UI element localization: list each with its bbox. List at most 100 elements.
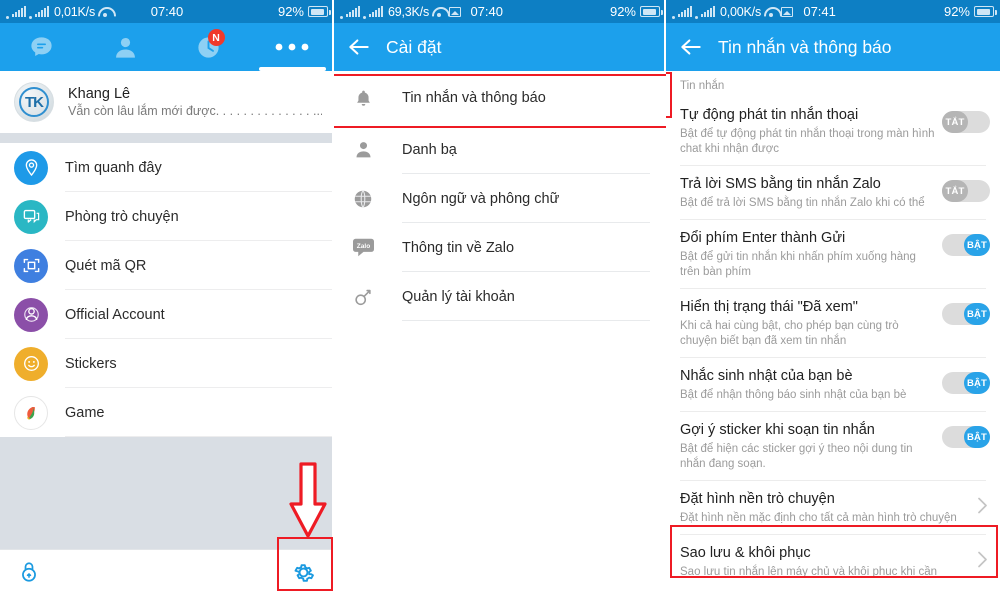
three-phone-screenshots: 0,01K/s 07:40 92% N TK Khang Lê Vẫn còn … bbox=[0, 0, 1000, 593]
toggle-knob: BẬT bbox=[964, 234, 990, 256]
setting-desc: Bật để hiện các sticker gợi ý theo nội d… bbox=[680, 443, 913, 470]
menu-item-label: Official Account bbox=[65, 306, 165, 323]
tab-contacts[interactable] bbox=[84, 23, 168, 71]
image-icon bbox=[449, 6, 461, 17]
setting-text: Trả lời SMS bằng tin nhắn Zalo Bật để tr… bbox=[680, 175, 942, 211]
back-arrow-icon[interactable] bbox=[346, 34, 372, 60]
setting-row-autoplay-voice[interactable]: Tự động phát tin nhắn thoại Bật để tự độ… bbox=[666, 97, 1000, 166]
setting-title: Nhắc sinh nhật của bạn bè bbox=[680, 368, 853, 384]
menu-item-game[interactable]: Game bbox=[0, 388, 334, 437]
notifications-app-bar: Tin nhắn và thông báo bbox=[666, 23, 1000, 71]
setting-desc: Bật để trả lời SMS bằng tin nhắn Zalo kh… bbox=[680, 197, 925, 209]
wifi-icon bbox=[764, 6, 778, 17]
settings-item-label: Thông tin về Zalo bbox=[402, 239, 515, 256]
status-battery-group: 92% bbox=[944, 4, 997, 19]
more-dots-icon bbox=[275, 43, 309, 51]
setting-title: Sao lưu & khôi phục bbox=[680, 545, 811, 561]
toggle-switch[interactable]: TẮT bbox=[942, 111, 990, 133]
setting-title: Đổi phím Enter thành Gửi bbox=[680, 230, 846, 246]
bell-icon bbox=[350, 85, 376, 111]
status-signal-group: 69,3K/s bbox=[340, 5, 461, 19]
chevron-right-icon bbox=[974, 551, 990, 572]
setting-text: Sao lưu & khôi phục Sao lưu tin nhắn lên… bbox=[680, 544, 974, 580]
settings-app-bar: Cài đặt bbox=[334, 23, 666, 71]
menu-item-qr-scan[interactable]: Quét mã QR bbox=[0, 241, 334, 290]
setting-desc: Bật để gửi tin nhắn khi nhấn phím xuống … bbox=[680, 251, 916, 278]
status-signal-group: 0,01K/s bbox=[6, 5, 112, 19]
panel-edge bbox=[664, 0, 666, 593]
tab-messages[interactable] bbox=[0, 23, 84, 71]
chat-bubble-icon bbox=[31, 36, 52, 56]
panel-settings: 69,3K/s 07:40 92% Cài đặt Tin nhắn và th… bbox=[334, 0, 666, 593]
globe-icon bbox=[350, 186, 376, 212]
signal-bars-icon-1 bbox=[346, 6, 360, 17]
tab-more[interactable] bbox=[251, 23, 335, 71]
setting-desc: Bật để nhận thông báo sinh nhật của bạn … bbox=[680, 389, 907, 401]
settings-item-label: Tin nhắn và thông báo bbox=[402, 90, 546, 106]
contacts-person-icon bbox=[115, 37, 135, 58]
setting-row-sticker-suggestion[interactable]: Gợi ý sticker khi soạn tin nhắn Bật để h… bbox=[666, 412, 1000, 481]
toggle-switch[interactable]: BẬT bbox=[942, 426, 990, 448]
setting-row-birthday-reminder[interactable]: Nhắc sinh nhật của bạn bè Bật để nhận th… bbox=[666, 358, 1000, 412]
section-divider bbox=[0, 133, 334, 143]
location-pin-icon bbox=[14, 150, 48, 185]
empty-gray-area bbox=[0, 437, 334, 549]
settings-item-about-zalo[interactable]: Zalo Thông tin về Zalo bbox=[334, 223, 666, 272]
settings-item-account-management[interactable]: Quản lý tài khoản bbox=[334, 272, 666, 321]
key-icon bbox=[350, 284, 376, 310]
status-clock: 07:41 bbox=[803, 4, 836, 19]
panel-messages-notifications: 0,00K/s 07:41 92% Tin nhắn và thông báo … bbox=[666, 0, 1000, 593]
signal-bars-icon-2 bbox=[701, 6, 715, 17]
status-signal-group: 0,00K/s bbox=[672, 5, 793, 19]
image-icon bbox=[781, 6, 793, 17]
toggle-switch[interactable]: BẬT bbox=[942, 234, 990, 256]
lock-icon[interactable] bbox=[18, 560, 40, 589]
gear-icon[interactable] bbox=[291, 560, 316, 590]
toggle-knob: TẮT bbox=[942, 180, 968, 202]
battery-icon bbox=[308, 6, 331, 17]
toggle-switch[interactable]: BẬT bbox=[942, 303, 990, 325]
setting-row-enter-to-send[interactable]: Đổi phím Enter thành Gửi Bật để gửi tin … bbox=[666, 220, 1000, 289]
network-rate: 0,01K/s bbox=[54, 4, 95, 19]
status-battery-group: 92% bbox=[610, 4, 663, 19]
setting-text: Hiển thị trạng thái "Đã xem" Khi cả hai … bbox=[680, 298, 942, 349]
battery-icon bbox=[640, 6, 663, 17]
battery-icon bbox=[974, 6, 997, 17]
settings-item-language-font[interactable]: Ngôn ngữ và phông chữ bbox=[334, 174, 666, 223]
status-bar-1: 0,01K/s 07:40 92% bbox=[0, 0, 334, 23]
menu-item-label: Phòng trò chuyện bbox=[65, 208, 179, 225]
menu-item-label: Game bbox=[65, 404, 105, 421]
toggle-knob: BẬT bbox=[964, 372, 990, 394]
settings-item-label: Ngôn ngữ và phông chữ bbox=[402, 190, 560, 207]
setting-row-sms-reply[interactable]: Trả lời SMS bằng tin nhắn Zalo Bật để tr… bbox=[666, 166, 1000, 220]
profile-status: Vẫn còn lâu lắm mới được. . . . . . . . … bbox=[68, 103, 322, 118]
setting-desc: Sao lưu tin nhắn lên máy chủ và khôi phụ… bbox=[680, 566, 938, 578]
menu-item-stickers[interactable]: Stickers bbox=[0, 339, 334, 388]
toggle-switch[interactable]: TẮT bbox=[942, 180, 990, 202]
menu-item-find-nearby[interactable]: Tìm quanh đây bbox=[0, 143, 334, 192]
profile-row[interactable]: TK Khang Lê Vẫn còn lâu lắm mới được. . … bbox=[0, 71, 334, 133]
settings-item-label: Danh bạ bbox=[402, 141, 457, 158]
notification-settings-list: Tự động phát tin nhắn thoại Bật để tự độ… bbox=[666, 97, 1000, 589]
tab-indicator bbox=[258, 67, 326, 71]
setting-desc: Đặt hình nền mặc định cho tất cả màn hìn… bbox=[680, 512, 957, 524]
tab-timeline[interactable]: N bbox=[167, 23, 251, 71]
settings-item-contacts[interactable]: Danh bạ bbox=[334, 125, 666, 174]
panel-edge bbox=[332, 0, 334, 593]
back-arrow-icon[interactable] bbox=[678, 34, 704, 60]
setting-row-seen-status[interactable]: Hiển thị trạng thái "Đã xem" Khi cả hai … bbox=[666, 289, 1000, 358]
menu-item-label: Stickers bbox=[65, 355, 117, 372]
page-title: Cài đặt bbox=[386, 36, 442, 57]
more-menu-list: Tìm quanh đây Phòng trò chuyện Quét mã Q… bbox=[0, 143, 334, 437]
setting-row-chat-wallpaper[interactable]: Đặt hình nền trò chuyện Đặt hình nền mặc… bbox=[666, 481, 1000, 535]
signal-bars-icon-2 bbox=[35, 6, 49, 17]
menu-item-chat-room[interactable]: Phòng trò chuyện bbox=[0, 192, 334, 241]
profile-meta: Khang Lê Vẫn còn lâu lắm mới được. . . .… bbox=[68, 85, 322, 120]
toggle-switch[interactable]: BẬT bbox=[942, 372, 990, 394]
menu-item-official-account[interactable]: Official Account bbox=[0, 290, 334, 339]
setting-title: Gợi ý sticker khi soạn tin nhắn bbox=[680, 422, 875, 438]
settings-item-messages-notifications[interactable]: Tin nhắn và thông báo bbox=[334, 71, 666, 125]
wifi-icon bbox=[98, 6, 112, 17]
svg-text:Zalo: Zalo bbox=[356, 243, 369, 250]
setting-row-backup-restore[interactable]: Sao lưu & khôi phục Sao lưu tin nhắn lên… bbox=[666, 535, 1000, 589]
